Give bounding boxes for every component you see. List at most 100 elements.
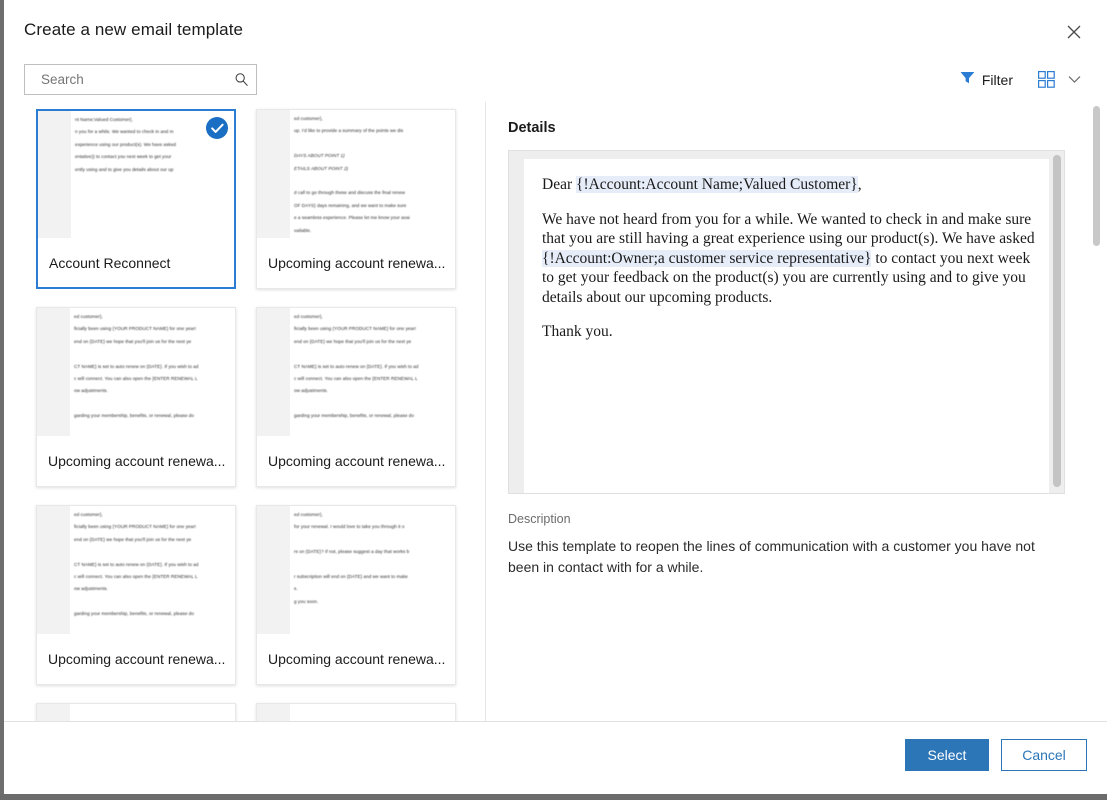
thumbnail-text-line: [74, 599, 235, 605]
description-text: Use this template to reopen the lines of…: [508, 536, 1048, 578]
thumbnail-text-line: [294, 351, 455, 357]
select-button[interactable]: Select: [905, 739, 989, 771]
template-card[interactable]: ed customer},for your renewal. I would l…: [256, 505, 456, 685]
gallery-scrollbar[interactable]: [1093, 103, 1101, 721]
thumbnail-text-line: ETAILS ABOUT POINT 2): [294, 166, 455, 172]
dialog-title: Create a new email template: [24, 20, 243, 40]
filter-label: Filter: [982, 72, 1013, 88]
merge-field-account-name: {!Account:Account Name;Valued Customer}: [576, 176, 858, 193]
template-gallery: nt Name;Valued Customer},n you for a whi…: [4, 103, 485, 721]
template-thumbnail: [37, 704, 235, 721]
template-thumbnail: ed customer}, ficially been using {YOUR P…: [257, 308, 455, 436]
details-heading: Details: [508, 120, 1082, 136]
thumbnail-text-line: up. I'd like to provide a summary of the…: [294, 128, 455, 134]
filter-button[interactable]: Filter: [952, 67, 1021, 93]
dialog-root: Create a new email template: [0, 0, 1107, 800]
thumbnail-text-line: ficially been using {YOUR PRODUCT NAME} …: [74, 326, 235, 332]
thumbnail-text-line: [74, 549, 235, 555]
thumbnail-text-line: ficially been using {YOUR PRODUCT NAME} …: [294, 326, 455, 332]
thumbnail-text-line: s.: [294, 586, 455, 592]
thumbnail-text-line: entative)} to contact you next week to g…: [75, 154, 234, 160]
thumbnail-text-line: CT NAME} is set to auto renew on {DATE}.…: [74, 364, 235, 370]
create-email-template-dialog: Create a new email template: [4, 0, 1107, 794]
thumbnail-text-line: DAYS ABOUT POINT 1): [294, 153, 455, 159]
chevron-down-icon[interactable]: [1061, 66, 1087, 94]
thumbnail-text-line: [294, 537, 455, 543]
close-icon[interactable]: [1059, 17, 1089, 47]
thumbnail-text-line: [294, 562, 455, 568]
thumbnail-text-line: c will connect. You can also open the {E…: [294, 376, 455, 382]
template-thumbnail-document: [290, 704, 455, 721]
template-thumbnail-document: [70, 704, 235, 721]
thumbnail-text-line: ed customer},: [74, 512, 235, 518]
thumbnail-text-line: ed customer},: [74, 314, 235, 320]
thumbnail-text-line: CT NAME} is set to auto renew on {DATE}.…: [294, 364, 455, 370]
details-panel: Details Dear {!Account:Account Name;Valu…: [508, 104, 1082, 578]
preview-scrollbar[interactable]: [1053, 155, 1061, 491]
thumbnail-text-line: ow adjustments.: [74, 586, 235, 592]
template-card[interactable]: ed customer}, up. I'd like to provide a s…: [256, 109, 456, 289]
thumbnail-text-line: ently using and to give you details abou…: [75, 167, 234, 173]
panel-divider: [485, 102, 486, 721]
search-box[interactable]: [24, 64, 257, 95]
template-thumbnail-document: ed customer},for your renewal. I would l…: [290, 506, 455, 634]
template-thumbnail: [257, 704, 455, 721]
thumbnail-text-line: ed customer},: [294, 314, 455, 320]
template-card[interactable]: nt Name;Valued Customer},n you for a whi…: [36, 109, 236, 289]
thumbnail-text-line: garding your membership, benefits, or re…: [74, 413, 235, 419]
thumbnail-text-line: [294, 178, 455, 184]
thumbnail-text-line: rs on {DATE}? If not, please suggest a d…: [294, 549, 455, 555]
thumbnail-text-line: c will connect. You can also open the {E…: [74, 574, 235, 580]
template-card-title: Account Reconnect: [38, 238, 234, 287]
template-card-title: Upcoming account renewa...: [37, 436, 235, 486]
thumbnail-text-line: end on {DATE} we hope that you'll join u…: [74, 537, 235, 543]
thumbnail-text-line: ed customer},: [294, 116, 455, 122]
thumbnail-text-line: OF DAYS} days remaining, and we want to …: [294, 203, 455, 209]
template-card-grid: nt Name;Valued Customer},n you for a whi…: [4, 103, 470, 721]
template-thumbnail-document: ed customer}, ficially been using {YOUR P…: [70, 308, 235, 436]
gallery-scrollbar-thumb[interactable]: [1093, 106, 1100, 246]
thumbnail-text-line: [74, 401, 235, 407]
template-card-title: Upcoming account renewa...: [37, 634, 235, 684]
template-card[interactable]: ed customer}, ficially been using {YOUR P…: [256, 307, 456, 487]
template-card-title: Upcoming account renewa...: [257, 238, 455, 288]
dialog-footer: Select Cancel: [4, 722, 1107, 788]
page-edge-bottom: [0, 794, 1107, 800]
grid-view-icon[interactable]: [1031, 66, 1061, 94]
thumbnail-text-line: d call to go through these and discuss t…: [294, 190, 455, 196]
template-thumbnail: ed customer},for your renewal. I would l…: [257, 506, 455, 634]
thumbnail-text-line: e a seamless experience. Please let me k…: [294, 215, 455, 221]
thumbnail-text-line: g you soon.: [294, 599, 455, 605]
thumbnail-text-line: [294, 141, 455, 147]
search-input[interactable]: [25, 65, 226, 94]
checkmark-circle-icon: [206, 117, 228, 139]
template-thumbnail-document: ed customer}, up. I'd like to provide a s…: [290, 110, 455, 238]
preview-scrollbar-thumb[interactable]: [1053, 155, 1061, 487]
template-card[interactable]: [36, 703, 236, 721]
cancel-button[interactable]: Cancel: [1001, 739, 1087, 771]
preview-closing: Thank you.: [542, 322, 1035, 342]
thumbnail-text-line: end on {DATE} we hope that you'll join u…: [294, 339, 455, 345]
template-thumbnail: ed customer}, up. I'd like to provide a s…: [257, 110, 455, 238]
template-thumbnail: nt Name;Valued Customer},n you for a whi…: [38, 111, 234, 238]
template-card[interactable]: [256, 703, 456, 721]
gallery-command-bar: Filter: [952, 64, 1087, 95]
salutation-prefix: Dear: [542, 176, 576, 193]
thumbnail-text-line: ow adjustments.: [294, 388, 455, 394]
thumbnail-text-line: [74, 351, 235, 357]
template-card[interactable]: ed customer}, ficially been using {YOUR P…: [36, 307, 236, 487]
template-thumbnail-document: ed customer}, ficially been using {YOUR P…: [70, 506, 235, 634]
template-card[interactable]: ed customer}, ficially been using {YOUR P…: [36, 505, 236, 685]
preview-paragraph-body: We have not heard from you for a while. …: [542, 210, 1035, 308]
thumbnail-text-line: ficially been using {YOUR PRODUCT NAME} …: [74, 524, 235, 530]
body-part-1: We have not heard from you for a while. …: [542, 211, 1035, 248]
thumbnail-text-line: ow adjustments.: [74, 388, 235, 394]
salutation-suffix: ,: [858, 176, 862, 193]
thumbnail-text-line: garding your membership, benefits, or re…: [74, 611, 235, 617]
template-thumbnail: ed customer}, ficially been using {YOUR P…: [37, 506, 235, 634]
template-thumbnail-document: ed customer}, ficially been using {YOUR P…: [290, 308, 455, 436]
search-icon[interactable]: [226, 65, 256, 94]
merge-field-account-owner: {!Account:Owner;a customer service repre…: [542, 250, 871, 267]
thumbnail-text-line: CT NAME} is set to auto renew on {DATE}.…: [74, 562, 235, 568]
template-thumbnail: ed customer}, ficially been using {YOUR P…: [37, 308, 235, 436]
